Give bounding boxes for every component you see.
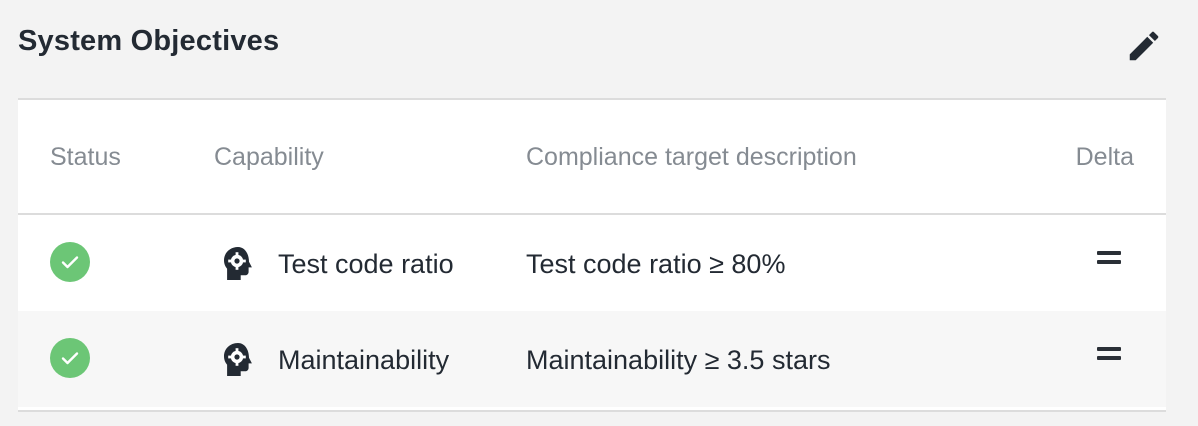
capability-name: Maintainability (278, 345, 450, 375)
pencil-icon (1129, 31, 1159, 61)
head-gear-icon (218, 340, 258, 380)
status-cell (50, 338, 90, 378)
check-circle-icon (50, 242, 90, 282)
equals-icon (1097, 344, 1121, 360)
equals-icon (1097, 248, 1121, 264)
table-row[interactable]: Maintainability Maintainability ≥ 3.5 st… (18, 311, 1166, 407)
edit-button[interactable] (1124, 26, 1164, 66)
compliance-description: Test code ratio ≥ 80% (526, 249, 786, 279)
objectives-table: Status Capability Compliance target desc… (18, 98, 1166, 412)
column-header-capability: Capability (214, 143, 324, 171)
table-header: Status Capability Compliance target desc… (18, 100, 1166, 215)
column-header-description: Compliance target description (526, 143, 857, 171)
column-header-delta: Delta (1075, 143, 1134, 171)
check-circle-icon (50, 338, 90, 378)
page-title: System Objectives (18, 25, 280, 57)
compliance-description: Maintainability ≥ 3.5 stars (526, 345, 831, 375)
head-gear-icon (218, 244, 258, 284)
capability-name: Test code ratio (278, 249, 454, 279)
column-header-status: Status (50, 143, 121, 171)
panel-header: System Objectives (18, 0, 1168, 98)
table-row[interactable]: Test code ratio Test code ratio ≥ 80% (18, 215, 1166, 311)
status-cell (50, 242, 90, 282)
